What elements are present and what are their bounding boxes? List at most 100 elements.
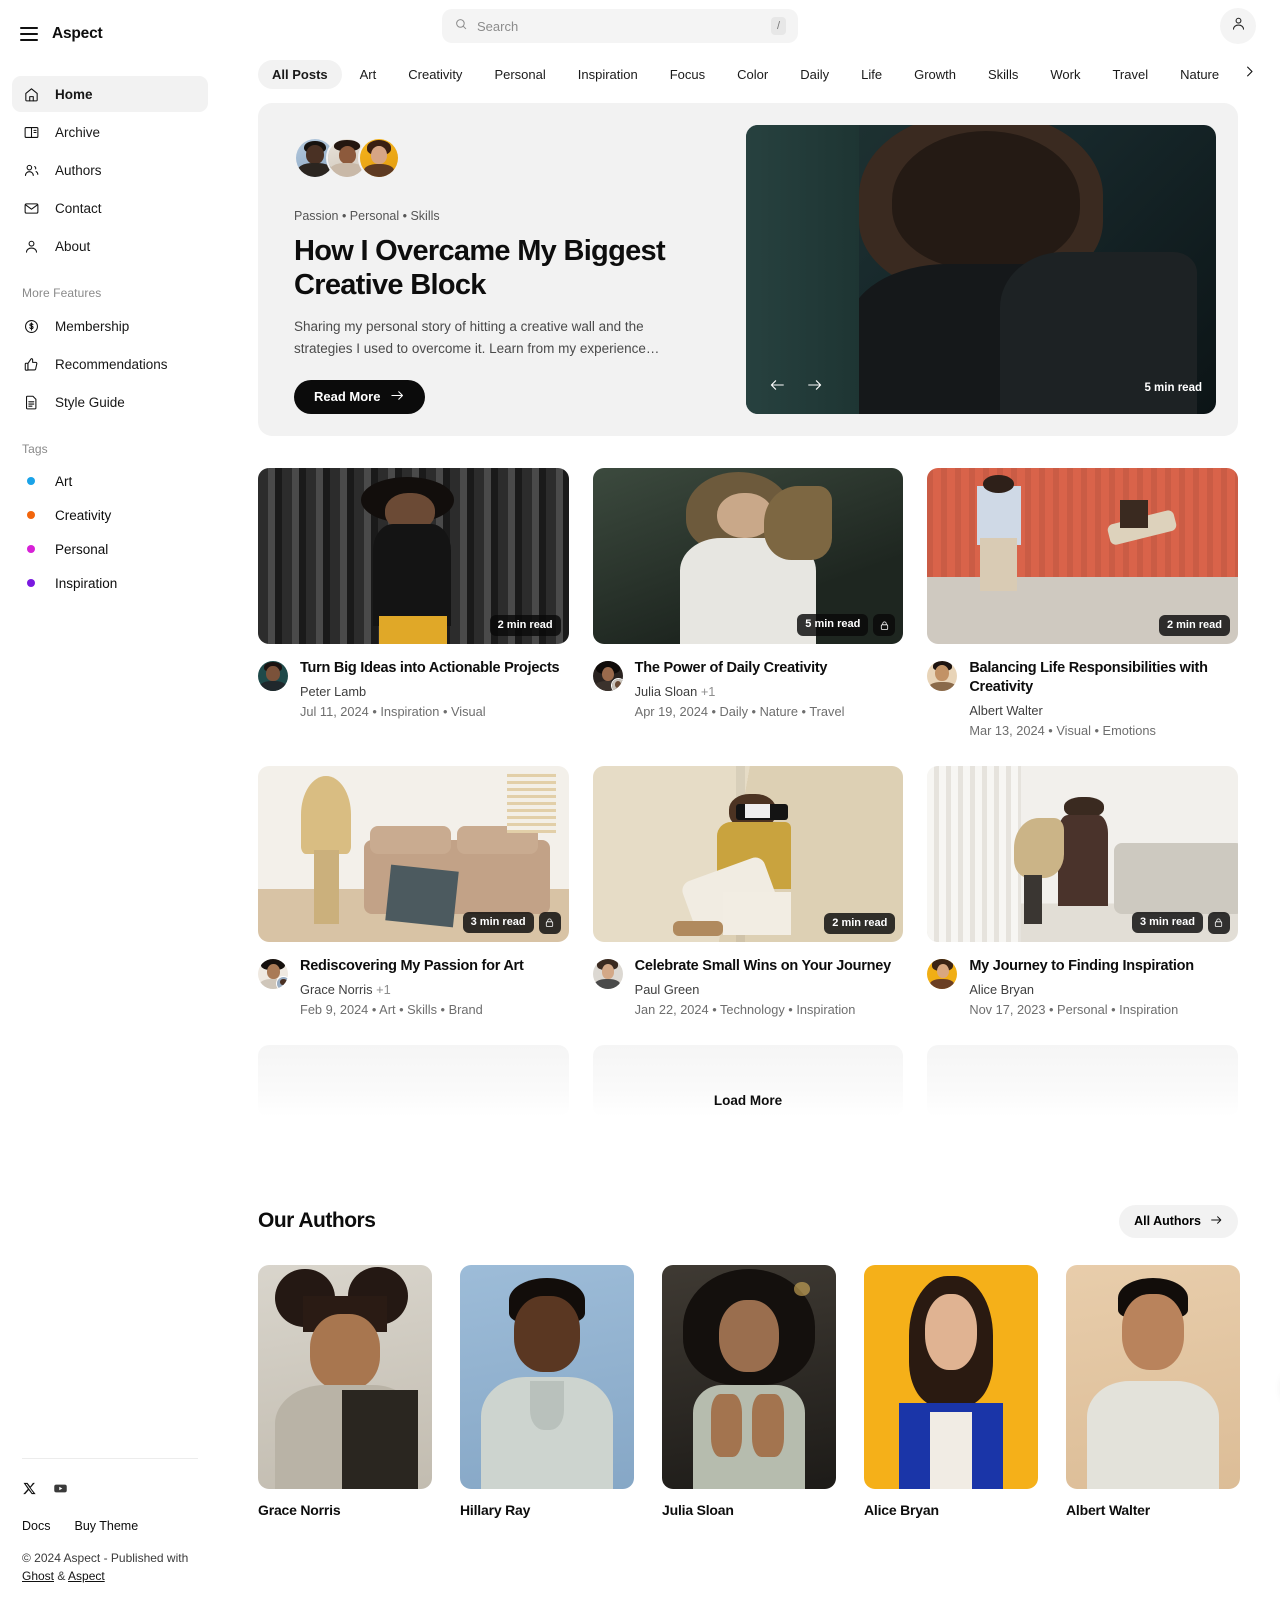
sidebar-item-label: Archive	[55, 124, 101, 140]
author-photo	[460, 1264, 634, 1489]
sidebar-item-recommendations[interactable]: Recommendations	[12, 346, 208, 382]
footer-links: Docs Buy Theme	[22, 1519, 198, 1533]
dollar-circle-icon	[22, 317, 40, 335]
load-more-section: Load More	[258, 1044, 1238, 1117]
lock-icon	[873, 614, 896, 636]
author-card[interactable]: Grace Norris	[258, 1264, 432, 1518]
post-author: Paul Green	[634, 981, 700, 997]
sidebar-tag-label: Personal	[55, 541, 109, 557]
read-time-badge: 2 min read	[824, 912, 896, 934]
post-title: My Journey to Finding Inspiration	[969, 957, 1194, 974]
sidebar-tag-inspiration[interactable]: Inspiration	[12, 566, 208, 600]
post-author-name: Grace Norris	[300, 981, 373, 997]
post-title: The Power of Daily Creativity	[634, 660, 828, 676]
post-card[interactable]: 2 min read Turn Big Ideas into Actionabl…	[258, 468, 569, 738]
users-icon	[22, 161, 40, 179]
badge-row: 3 min read	[1131, 911, 1230, 934]
tag-filter-bar: All Posts Art Creativity Personal Inspir…	[258, 52, 1280, 89]
mail-icon	[22, 199, 40, 217]
author-card[interactable]: Alice Bryan	[864, 1264, 1038, 1518]
post-author-name: Julia Sloan	[634, 683, 698, 699]
hamburger-icon[interactable]	[20, 27, 38, 41]
tab-nature[interactable]: Nature	[1166, 60, 1233, 89]
avatar	[927, 661, 958, 691]
sidebar-item-about[interactable]: About	[12, 228, 208, 264]
sidebar-tag-creativity[interactable]: Creativity	[12, 498, 208, 532]
post-meta: The Power of Daily Creativity Julia Sloa…	[592, 659, 904, 719]
badge-row: 2 min read	[489, 614, 561, 636]
post-card[interactable]: 5 min read The Power of Daily Creativity…	[592, 468, 904, 738]
author-card[interactable]: Albert Walter	[1066, 1264, 1240, 1518]
hero-text-column: Passion • Personal • Skills How I Overca…	[280, 125, 746, 414]
sidebar-tag-art[interactable]: Art	[12, 464, 208, 498]
post-card[interactable]: 3 min read	[258, 765, 569, 1017]
avatar	[592, 958, 623, 989]
tab-work[interactable]: Work	[1036, 60, 1094, 89]
sidebar-tag-label: Art	[55, 473, 73, 489]
tab-all-posts[interactable]: All Posts	[258, 60, 342, 89]
post-date-tags: Jan 22, 2024 • Technology • Inspiration	[634, 1001, 856, 1017]
sidebar-tag-label: Creativity	[55, 507, 112, 523]
featured-post-hero: Passion • Personal • Skills How I Overca…	[258, 103, 1238, 436]
sidebar-item-home[interactable]: Home	[12, 76, 208, 112]
avatar	[258, 958, 288, 989]
ampersand: &	[54, 1569, 69, 1584]
post-meta: Balancing Life Responsibilities with Cre…	[927, 659, 1238, 738]
tab-travel[interactable]: Travel	[1098, 60, 1162, 89]
hero-image[interactable]: 5 min read	[746, 125, 1216, 414]
arrow-right-icon[interactable]	[806, 378, 824, 392]
all-authors-label: All Authors	[1134, 1214, 1201, 1229]
tab-color[interactable]: Color	[723, 60, 782, 89]
tab-focus[interactable]: Focus	[656, 60, 719, 89]
footer-link-buy-theme[interactable]: Buy Theme	[74, 1519, 138, 1533]
avatar-secondary	[276, 975, 288, 989]
avatar-secondary	[610, 678, 623, 691]
tab-creativity[interactable]: Creativity	[394, 60, 476, 89]
user-icon	[1230, 15, 1247, 37]
tab-life[interactable]: Life	[847, 60, 896, 89]
content-wrapper: All Posts Art Creativity Personal Inspir…	[220, 52, 1280, 1518]
sidebar-item-authors[interactable]: Authors	[12, 152, 208, 188]
sidebar-tag-label: Inspiration	[55, 575, 118, 591]
avatar	[258, 661, 288, 691]
tab-skills[interactable]: Skills	[974, 60, 1032, 89]
tag-dot-icon	[22, 477, 40, 485]
author-card[interactable]: Hillary Ray	[460, 1264, 634, 1518]
sidebar-tag-personal[interactable]: Personal	[12, 532, 208, 566]
tab-inspiration[interactable]: Inspiration	[564, 60, 652, 89]
sidebar-footer: Docs Buy Theme © 2024 Aspect - Published…	[12, 1457, 208, 1586]
ghost-link[interactable]: Ghost	[22, 1569, 54, 1583]
read-time-badge: 2 min read	[1158, 614, 1230, 636]
tab-personal[interactable]: Personal	[480, 60, 559, 89]
post-title: Rediscovering My Passion for Art	[300, 957, 524, 974]
authors-header: Our Authors All Authors	[258, 1204, 1238, 1238]
sidebar-item-style-guide[interactable]: Style Guide	[12, 384, 208, 420]
sidebar-item-membership[interactable]: Membership	[12, 308, 208, 344]
search-input[interactable]: Search /	[442, 9, 798, 43]
post-card[interactable]: 2 min read Balancing Life Responsibiliti…	[927, 468, 1238, 738]
aspect-link[interactable]: Aspect	[68, 1569, 105, 1583]
tab-daily[interactable]: Daily	[786, 60, 843, 89]
chevron-right-icon	[1242, 64, 1257, 84]
post-card[interactable]: 3 min read	[927, 765, 1238, 1017]
person-icon	[22, 237, 40, 255]
all-authors-button[interactable]: All Authors	[1119, 1204, 1238, 1238]
x-icon[interactable]	[22, 1481, 37, 1501]
tag-scroll-next-button[interactable]	[1236, 61, 1262, 87]
author-card[interactable]: Julia Sloan	[662, 1264, 836, 1518]
footer-link-docs[interactable]: Docs	[22, 1519, 50, 1533]
read-more-button[interactable]: Read More	[294, 379, 426, 414]
arrow-left-icon[interactable]	[768, 378, 786, 392]
social-links	[22, 1481, 198, 1501]
sidebar-item-contact[interactable]: Contact	[12, 190, 208, 226]
avatar	[358, 137, 400, 179]
copyright-text: © 2024 Aspect - Published with	[22, 1550, 189, 1565]
sidebar-item-archive[interactable]: Archive	[12, 114, 208, 150]
tab-art[interactable]: Art	[346, 60, 391, 89]
youtube-icon[interactable]	[53, 1481, 68, 1501]
post-card[interactable]: 2 min read Celebrate Small Wins on Your …	[592, 765, 904, 1017]
tab-growth[interactable]: Growth	[900, 60, 970, 89]
load-more-button[interactable]: Load More	[258, 1093, 1238, 1108]
post-date-tags: Mar 13, 2024 • Visual • Emotions	[969, 722, 1156, 738]
account-button[interactable]	[1220, 8, 1256, 44]
